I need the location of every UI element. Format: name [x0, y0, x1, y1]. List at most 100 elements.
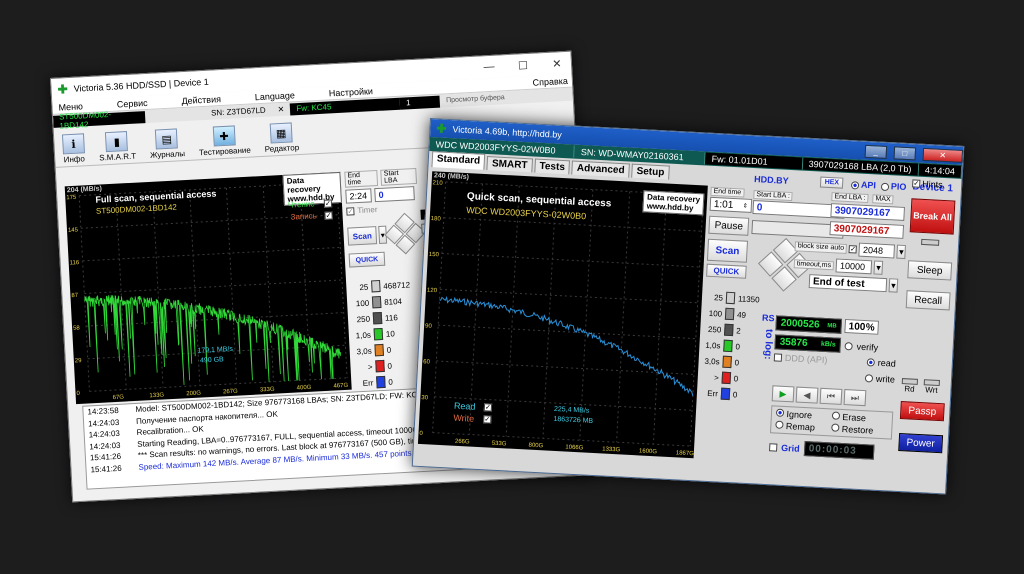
x-tick-label: 1867G — [676, 450, 695, 457]
next-icon[interactable]: ⏭ — [843, 389, 867, 407]
y-tick-label: 180 — [431, 216, 442, 223]
block-size-select[interactable]: 2048 — [858, 242, 896, 259]
write-radio[interactable] — [864, 374, 874, 383]
read-radio[interactable] — [866, 358, 876, 367]
power-button[interactable]: Power — [898, 432, 944, 454]
pause-button[interactable]: Pause — [708, 215, 750, 236]
block-count: 116 — [384, 312, 398, 323]
y-tick-label: 175 — [66, 195, 77, 202]
end-lba-field[interactable]: 3907029167 — [830, 203, 905, 221]
maximize-button[interactable]: ☐ — [509, 58, 538, 72]
write-checkbox[interactable]: ✓ — [483, 415, 492, 424]
write-legend: Запись — [290, 211, 318, 222]
testing-icon: ✚ — [212, 125, 236, 147]
log-time: 15:41:26 — [90, 463, 122, 475]
read-checkbox[interactable]: ✓ — [323, 199, 333, 208]
ignore-radio[interactable] — [775, 408, 785, 417]
end-action-select[interactable]: End of test — [808, 274, 888, 293]
x-tick-label: 800G — [528, 443, 543, 450]
ddd-checkbox[interactable] — [773, 353, 783, 362]
max-button[interactable]: MAX — [872, 194, 894, 205]
log-time: 14:24:03 — [88, 429, 121, 440]
erase-radio[interactable] — [831, 411, 841, 420]
y-tick-label: 150 — [429, 252, 440, 259]
grid-label: Grid — [780, 442, 800, 454]
block-color-swatch — [723, 339, 733, 353]
read-legend: Чтение — [287, 199, 315, 210]
minimize-button[interactable]: _ — [864, 144, 888, 159]
recall-button[interactable]: Recall — [905, 290, 951, 311]
prev-icon[interactable]: ⏮ — [819, 387, 843, 405]
chevron-down-icon[interactable]: ▾ — [896, 244, 907, 260]
write-checkbox[interactable]: ✓ — [324, 211, 333, 220]
block-threshold: 100 — [355, 298, 370, 308]
read-checkbox[interactable]: ✓ — [483, 403, 493, 412]
block-count: 0 — [387, 361, 393, 371]
break-all-button[interactable]: Break All — [909, 198, 956, 235]
rs-button[interactable]: RS — [762, 313, 775, 324]
sleep-button[interactable]: Sleep — [907, 260, 953, 281]
hex-button[interactable]: HEX — [820, 176, 844, 189]
api-radio[interactable] — [850, 181, 860, 190]
x-tick-label: 467G — [333, 383, 348, 390]
read-legend: Read — [453, 400, 476, 412]
chevron-down-icon[interactable]: ▾ — [888, 278, 899, 293]
remap-radio[interactable] — [775, 420, 784, 429]
editor-icon: ▦ — [269, 122, 293, 144]
close-button[interactable]: ✕ — [922, 147, 964, 163]
smart-chart-icon: ▮ — [105, 131, 129, 153]
restore-radio[interactable] — [831, 423, 840, 432]
quick-button[interactable]: QUICK — [348, 251, 386, 268]
x-tick-label: 67G — [113, 395, 125, 402]
tab-smart[interactable]: SMART — [486, 156, 533, 173]
testing-tool[interactable]: ✚ Тестирование — [198, 125, 251, 157]
write-label: write — [875, 373, 896, 385]
scan-button[interactable]: Scan — [706, 238, 749, 263]
tab-tests[interactable]: Tests — [534, 158, 571, 175]
x-tick-label: 1066G — [565, 445, 584, 452]
block-color-swatch — [721, 371, 732, 385]
quick-button[interactable]: QUICK — [706, 263, 747, 279]
hints-checkbox[interactable]: ✓ — [912, 179, 921, 188]
block-count: 10 — [385, 328, 395, 339]
x-icon[interactable]: ✕ — [271, 103, 290, 116]
timer-checkbox[interactable]: ✓ — [346, 206, 355, 216]
block-color-swatch — [375, 359, 385, 373]
auto-checkbox[interactable]: ✓ — [848, 245, 858, 254]
data-recovery-badge[interactable]: Data recovery www.hdd.by — [642, 190, 705, 216]
scan-button[interactable]: Scan — [347, 226, 378, 246]
start-lba-field[interactable]: 0 — [374, 186, 415, 203]
y-tick-label: 116 — [70, 260, 81, 267]
direction-pad[interactable] — [384, 212, 426, 255]
logs-tool[interactable]: ▤ Журналы — [149, 128, 185, 160]
end-time-label: End time — [710, 186, 745, 198]
hdd-by-link[interactable]: HDD.BY — [754, 174, 789, 186]
passp-button[interactable]: Passp — [899, 401, 945, 422]
menu-item-settings[interactable]: Настройки — [329, 86, 374, 98]
back-icon[interactable]: ◀ — [795, 386, 819, 404]
info-tool[interactable]: ℹ Инфо — [61, 133, 86, 164]
block-count: 0 — [388, 376, 394, 387]
verify-radio[interactable] — [844, 341, 853, 350]
x-tick-label: 333G — [260, 387, 275, 394]
chevron-down-icon[interactable]: ▾ — [873, 260, 884, 275]
timeout-select[interactable]: 10000 — [835, 258, 873, 275]
end-time-field[interactable]: 1:01 ⇕ — [709, 196, 753, 213]
menu-item-actions[interactable]: Действия — [181, 94, 221, 106]
y-tick-label: 0 — [419, 431, 423, 437]
pio-radio[interactable] — [880, 182, 890, 192]
menu-item-language[interactable]: Language — [255, 90, 296, 102]
play-icon[interactable]: ▶ — [771, 385, 795, 403]
smart-tool[interactable]: ▮ S.M.A.R.T — [98, 131, 136, 163]
grid-checkbox[interactable] — [769, 442, 778, 452]
tab-advanced[interactable]: Advanced — [571, 160, 630, 178]
end-time-field[interactable]: 2:24 — [345, 188, 372, 204]
close-button[interactable]: ✕ — [543, 56, 572, 70]
tab-setup[interactable]: Setup — [631, 163, 670, 180]
tab-standard[interactable]: Standard — [431, 151, 486, 170]
minimize-button[interactable]: — — [475, 60, 504, 74]
menu-item-help[interactable]: Справка — [532, 75, 568, 87]
maximize-button[interactable]: □ — [893, 145, 917, 160]
clock: 4:14:04 — [918, 163, 963, 178]
editor-tool[interactable]: ▦ Редактор — [263, 122, 299, 154]
